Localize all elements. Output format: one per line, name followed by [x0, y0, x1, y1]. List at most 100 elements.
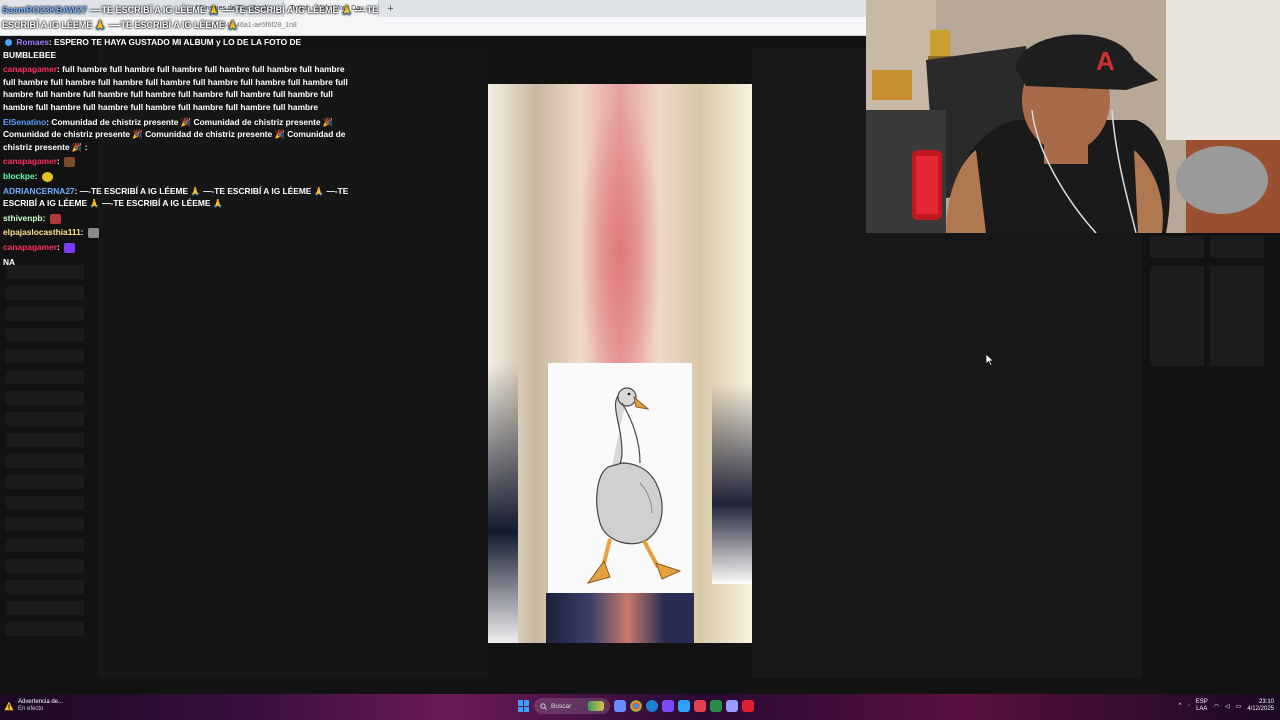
system-tray: ^ ◦ ESP LAA ◠ ◁ ▭ 23:10 4/12/2025	[1179, 699, 1274, 713]
network-icon[interactable]: ◦	[1188, 703, 1190, 709]
video-blur-shape	[488, 364, 518, 643]
chat-text: :	[34, 170, 38, 181]
skeleton-row	[6, 265, 84, 279]
app-icon[interactable]	[678, 700, 690, 712]
chat-message: elpajaslocasthia111:	[3, 226, 350, 239]
svg-text:A: A	[1096, 46, 1115, 76]
chat-text: :	[57, 156, 60, 167]
chat-username[interactable]: ADRIANCERNA27	[3, 186, 75, 196]
skeleton-row	[6, 412, 84, 426]
app-icon[interactable]	[694, 700, 706, 712]
emote-icon	[41, 171, 53, 182]
chrome-icon[interactable]	[630, 700, 642, 712]
warning-subtitle: En efecto	[18, 706, 44, 712]
skeleton-row	[6, 307, 84, 321]
chat-username[interactable]: Romaes	[16, 37, 49, 47]
chat-username[interactable]: canapagamer	[3, 64, 57, 74]
chat-username[interactable]: sthivenpb	[3, 213, 43, 223]
webcam-feed: A	[866, 0, 1280, 233]
skeleton-row	[6, 328, 84, 342]
search-icon	[540, 702, 547, 710]
skeleton-row	[6, 622, 84, 636]
taskbar-search[interactable]: Buscar	[534, 698, 610, 714]
wifi-icon[interactable]: ◠	[1214, 703, 1219, 710]
battery-icon[interactable]: ▭	[1236, 703, 1242, 710]
skeleton-row	[6, 601, 84, 615]
chat-text: : Comunidad de chistriz presente 🎉 Comun…	[3, 116, 346, 152]
taskbar-apps: Buscar	[518, 698, 754, 714]
skeleton-row	[6, 391, 84, 405]
ticker-user: SaamRO23KBAW27	[2, 5, 88, 15]
language-top: ESP	[1195, 699, 1208, 705]
skeleton-row	[6, 475, 84, 489]
skeleton-row	[6, 538, 84, 552]
placeholder-box	[1210, 266, 1264, 366]
language-indicator[interactable]: ESP LAA	[1196, 699, 1208, 713]
skeleton-row	[6, 370, 84, 384]
chat-message: canapagamer:	[3, 155, 350, 168]
new-tab-button[interactable]: +	[379, 3, 401, 15]
chat-username[interactable]: ElSenatino	[3, 117, 46, 127]
chat-text: :	[57, 241, 60, 252]
task-view-icon[interactable]	[614, 700, 626, 712]
loading-skeleton-list	[6, 265, 86, 643]
chat-message: blockpe:	[3, 170, 350, 183]
app-icon[interactable]	[710, 700, 722, 712]
language-bottom: LAA	[1196, 706, 1208, 712]
skeleton-row	[6, 559, 84, 573]
placeholder-box	[1150, 236, 1204, 258]
video-player[interactable]	[488, 84, 752, 643]
skeleton-row	[6, 580, 84, 594]
video-blur-shape	[712, 384, 752, 584]
volume-icon[interactable]: ◁	[1225, 703, 1230, 710]
skeleton-row	[6, 496, 84, 510]
skeleton-row	[6, 349, 84, 363]
placeholder-box	[1210, 236, 1264, 258]
skeleton-row	[6, 454, 84, 468]
chat-username[interactable]: canapagamer	[3, 242, 57, 252]
windows-start-icon[interactable]	[518, 700, 530, 712]
warning-icon	[4, 701, 14, 711]
chat-message: ElSenatino: Comunidad de chistriz presen…	[3, 116, 350, 154]
ticker-text: —-TE ESCRIBÍ A IG LÉEME 🙏 —-TE ESCRIBÍ A…	[89, 5, 379, 15]
warning-notification[interactable]: Advertencia de... En efecto	[4, 699, 63, 713]
chat-message: Romaes: ESPERO TE HAYA GUSTADO MI ALBUM …	[3, 36, 350, 61]
placeholder-box	[1150, 266, 1204, 366]
clock[interactable]: 23:10 4/12/2025	[1247, 699, 1274, 713]
chat-log: Romaes: ESPERO TE HAYA GUSTADO MI ALBUM …	[0, 36, 350, 270]
screen: Mensajes de Facebook × Twitch - Make You…	[0, 0, 1280, 720]
chat-message: sthivenpb:	[3, 212, 350, 225]
chat-username[interactable]: canapagamer	[3, 156, 57, 166]
clock-date: 4/12/2025	[1247, 706, 1274, 712]
goose-image	[548, 363, 692, 593]
warning-title: Advertencia de...	[18, 699, 64, 705]
app-icon[interactable]	[662, 700, 674, 712]
app-icon[interactable]	[726, 700, 738, 712]
chat-message: ADRIANCERNA27: —-TE ESCRIBÍ A IG LÉEME 🙏…	[3, 185, 350, 210]
emote-icon	[64, 157, 76, 168]
windows-taskbar: Advertencia de... En efecto Buscar ^ ◦ E…	[0, 694, 1280, 720]
skeleton-row	[6, 286, 84, 300]
clock-time: 23:10	[1258, 699, 1274, 705]
chat-username[interactable]: elpajaslocasthia111	[3, 227, 81, 237]
skeleton-row	[6, 433, 84, 447]
emote-icon	[87, 228, 99, 239]
emote-icon	[49, 213, 61, 224]
emote-icon	[64, 242, 76, 253]
video-blur-shape	[546, 593, 694, 643]
badge-icon	[5, 39, 12, 47]
ticker-text: ESCRIBÍ A IG LÉEME 🙏 —-TE ESCRIBÍ A IG L…	[2, 20, 239, 30]
event-ticker-line-2: ESCRIBÍ A IG LÉEME 🙏 —-TE ESCRIBÍ A IG L…	[2, 20, 239, 31]
chat-text: :	[80, 227, 84, 238]
chevron-up-icon[interactable]: ^	[1179, 703, 1182, 709]
streamer-webcam-image: A	[866, 0, 1280, 233]
search-highlight-icon	[588, 701, 604, 711]
chat-message: canapagamer: full hambre full hambre ful…	[3, 63, 350, 113]
mouse-cursor-icon	[986, 354, 994, 366]
edge-icon[interactable]	[646, 700, 658, 712]
chat-text: :	[42, 212, 46, 223]
chat-message: canapagamer:	[3, 241, 350, 254]
chat-username[interactable]: blockpe	[3, 171, 35, 181]
record-icon[interactable]	[742, 700, 754, 712]
skeleton-row	[6, 517, 84, 531]
